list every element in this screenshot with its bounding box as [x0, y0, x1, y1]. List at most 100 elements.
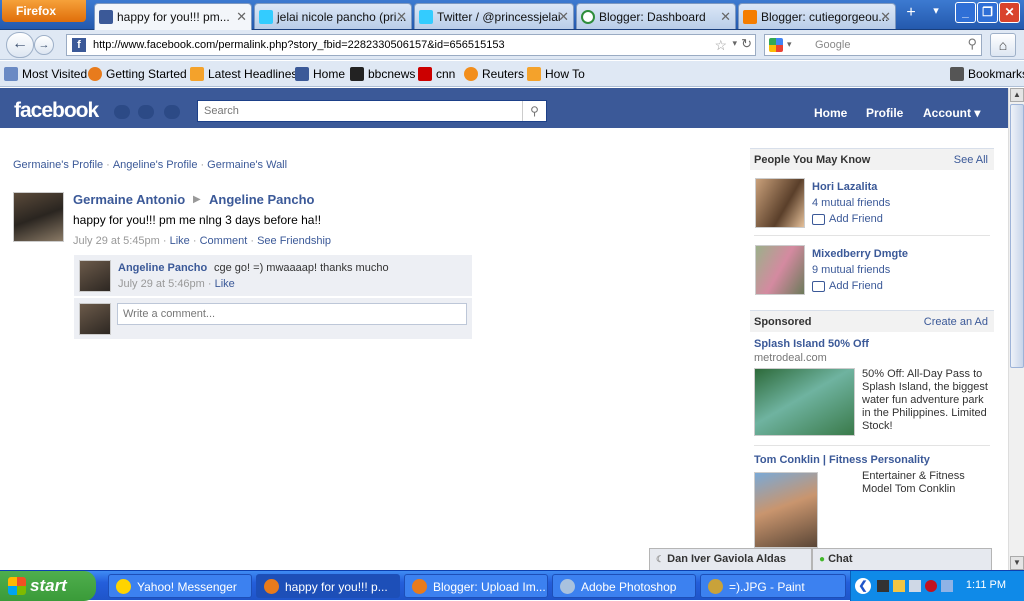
- reload-icon[interactable]: ↻: [741, 36, 752, 52]
- breadcrumb-angeline-profile[interactable]: Angeline's Profile: [113, 159, 198, 171]
- url-bar[interactable]: f http://www.facebook.com/permalink.php?…: [66, 34, 756, 56]
- close-tab-icon[interactable]: ✕: [880, 9, 891, 25]
- like-link[interactable]: Like: [170, 235, 190, 247]
- close-tab-icon[interactable]: ✕: [396, 9, 407, 25]
- start-button[interactable]: start: [0, 571, 96, 601]
- person-name-link[interactable]: Hori Lazalita: [812, 181, 877, 193]
- comment-timestamp[interactable]: July 29 at 5:46pm: [118, 278, 205, 290]
- bookmark-how-to[interactable]: How To: [527, 67, 585, 81]
- search-icon[interactable]: ⚲: [522, 101, 546, 121]
- close-tab-icon[interactable]: ✕: [558, 9, 569, 25]
- maximize-button[interactable]: ❐: [977, 2, 998, 23]
- tab-blogger-dashboard[interactable]: Blogger: Dashboard ✕: [576, 3, 736, 29]
- rss-icon: [527, 67, 541, 81]
- write-comment-input[interactable]: Write a comment...: [117, 303, 467, 325]
- magnifier-icon[interactable]: ⚲: [967, 36, 977, 52]
- ad-image[interactable]: [754, 472, 818, 548]
- task-paint[interactable]: =).JPG - Paint: [700, 574, 846, 598]
- story-author-link[interactable]: Germaine Antonio: [73, 192, 185, 207]
- firefox-menu-button[interactable]: Firefox: [2, 0, 86, 22]
- scroll-thumb[interactable]: [1010, 104, 1024, 368]
- search-placeholder: Search: [204, 105, 239, 117]
- task-firefox[interactable]: happy for you!!! p...: [256, 574, 400, 598]
- tray-app-icon[interactable]: [893, 580, 905, 592]
- scroll-up-icon[interactable]: ▲: [1010, 88, 1024, 102]
- person-name-link[interactable]: Mixedberry Dmgte: [812, 248, 908, 260]
- tray-app-icon[interactable]: [877, 580, 889, 592]
- tab-twitter[interactable]: Twitter / @princessjelai ✕: [414, 3, 574, 29]
- story-target-link[interactable]: Angeline Pancho: [209, 192, 314, 207]
- close-tab-icon[interactable]: ✕: [236, 9, 247, 25]
- close-window-button[interactable]: ✕: [999, 2, 1020, 23]
- new-tab-button[interactable]: +: [899, 4, 923, 26]
- story-timestamp[interactable]: July 29 at 5:45pm: [73, 235, 160, 247]
- tray-app-icon[interactable]: [909, 580, 921, 592]
- bookmark-home[interactable]: Home: [295, 67, 345, 81]
- add-friend-icon: [812, 214, 825, 225]
- comment-link[interactable]: Comment: [200, 235, 248, 247]
- home-button[interactable]: ⌂: [990, 33, 1016, 57]
- person-photo[interactable]: [755, 245, 805, 295]
- chat-tab-person[interactable]: ☾ Dan Iver Gaviola Aldas: [649, 548, 812, 570]
- tab-twitter-profile[interactable]: jelai nicole pancho (pri... ✕: [254, 3, 412, 29]
- vertical-scrollbar[interactable]: ▲ ▼: [1008, 88, 1024, 570]
- search-engine-box[interactable]: ▾ Google ⚲: [764, 34, 982, 56]
- author-avatar[interactable]: [13, 192, 64, 242]
- tab-blogger[interactable]: Blogger: cutiegorgeou... ✕: [738, 3, 896, 29]
- bookmark-most-visited[interactable]: Most Visited: [4, 67, 87, 81]
- facebook-search-input[interactable]: Search ⚲: [197, 100, 547, 122]
- star-bookmark-icon[interactable]: ☆: [714, 37, 727, 54]
- mutual-friends-link[interactable]: 9 mutual friends: [812, 264, 890, 276]
- bookmark-reuters[interactable]: Reuters: [464, 67, 524, 81]
- search-placeholder: Google: [815, 39, 851, 51]
- chat-button[interactable]: ● Chat: [812, 548, 992, 570]
- tab-title: happy for you!!! pm...: [117, 10, 230, 24]
- tray-app-icon[interactable]: [925, 580, 937, 592]
- messages-icon[interactable]: [138, 105, 154, 119]
- ad-title-link[interactable]: Tom Conklin | Fitness Personality: [754, 454, 930, 466]
- divider: [754, 445, 990, 446]
- see-all-link[interactable]: See All: [954, 154, 988, 166]
- ad-title-link[interactable]: Splash Island 50% Off: [754, 338, 869, 350]
- ad-image[interactable]: [754, 368, 855, 436]
- tab-list-icon[interactable]: ▾: [926, 4, 946, 26]
- tab-facebook-story[interactable]: happy for you!!! pm... ✕: [94, 3, 252, 30]
- tray-expand-icon[interactable]: ❮: [855, 578, 871, 594]
- comment-like-link[interactable]: Like: [215, 278, 235, 290]
- add-friend-button[interactable]: Add Friend: [812, 213, 883, 225]
- breadcrumb-germaine-profile[interactable]: Germaine's Profile: [13, 159, 103, 171]
- person-photo[interactable]: [755, 178, 805, 228]
- engine-dropdown-icon[interactable]: ▾: [787, 39, 792, 50]
- bookmark-cnn[interactable]: cnn: [418, 67, 455, 81]
- minimize-button[interactable]: _: [955, 2, 976, 23]
- bookmarks-toolbar: Most Visited Getting Started Latest Head…: [0, 61, 1024, 87]
- create-ad-link[interactable]: Create an Ad: [924, 316, 988, 328]
- commenter-avatar[interactable]: [79, 260, 111, 292]
- add-friend-button[interactable]: Add Friend: [812, 280, 883, 292]
- url-dropdown-icon[interactable]: ▾: [732, 38, 737, 49]
- see-friendship-link[interactable]: See Friendship: [257, 235, 331, 247]
- task-yahoo-messenger[interactable]: Yahoo! Messenger: [108, 574, 252, 598]
- forward-button[interactable]: →: [34, 35, 54, 55]
- task-photoshop[interactable]: Adobe Photoshop: [552, 574, 696, 598]
- nav-home[interactable]: Home: [814, 106, 847, 120]
- bookmark-latest-headlines[interactable]: Latest Headlines: [190, 67, 297, 81]
- mutual-friends-link[interactable]: 4 mutual friends: [812, 197, 890, 209]
- scroll-down-icon[interactable]: ▼: [1010, 556, 1024, 570]
- bookmarks-menu[interactable]: Bookmarks: [950, 67, 1024, 81]
- network-icon[interactable]: [941, 580, 953, 592]
- nav-profile[interactable]: Profile: [866, 106, 903, 120]
- task-blogger-upload[interactable]: Blogger: Upload Im...: [404, 574, 548, 598]
- breadcrumb-germaine-wall[interactable]: Germaine's Wall: [207, 159, 287, 171]
- commenter-name-link[interactable]: Angeline Pancho: [118, 262, 207, 274]
- bookmark-bbcnews[interactable]: bbcnews: [350, 67, 415, 81]
- notifications-icon[interactable]: [164, 105, 180, 119]
- close-tab-icon[interactable]: ✕: [720, 9, 731, 25]
- bookmarks-star-icon: [950, 67, 964, 81]
- facebook-logo[interactable]: facebook: [14, 99, 99, 123]
- back-button[interactable]: ←: [6, 32, 34, 58]
- twitter-icon: [419, 10, 433, 24]
- nav-account[interactable]: Account ▾: [923, 106, 980, 120]
- bookmark-getting-started[interactable]: Getting Started: [88, 67, 187, 81]
- friend-requests-icon[interactable]: [114, 105, 130, 119]
